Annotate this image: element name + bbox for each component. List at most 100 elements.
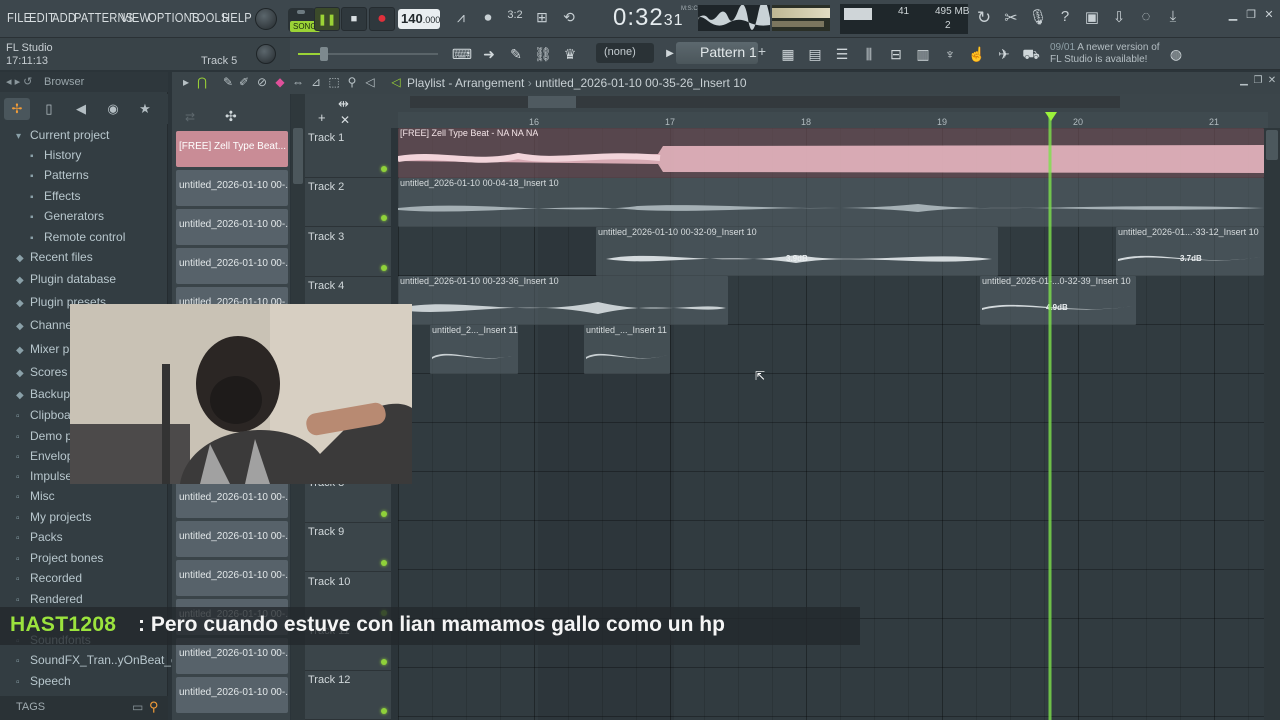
tempo-field[interactable]: 140.000 <box>398 9 440 29</box>
playlist-close-icon[interactable]: ✕ <box>1264 75 1280 86</box>
snap-select[interactable]: (none) <box>596 43 654 63</box>
song-position-display[interactable]: 0:3231 <box>613 4 684 32</box>
menu-add[interactable]: ADD <box>52 10 76 25</box>
cart-icon[interactable]: ⛟ <box>1019 43 1043 65</box>
add-track-icon[interactable]: + <box>318 110 326 125</box>
track-header[interactable]: Track 9 <box>305 523 391 573</box>
mixer-icon[interactable]: ⫼ <box>857 43 881 65</box>
main-volume-thumb[interactable] <box>320 47 328 61</box>
channel-rack-icon[interactable]: ☰ <box>830 43 854 65</box>
draw-tool-icon[interactable]: ✎ <box>220 75 236 89</box>
browser-arrows-icon[interactable]: ◂ ▸ ↺ <box>6 75 32 88</box>
cut-icon[interactable]: ✂ <box>1000 8 1022 28</box>
browser-item[interactable]: ▫ Rendered <box>16 592 83 606</box>
vertical-scroll-thumb[interactable] <box>1266 130 1278 160</box>
audio-clip[interactable]: untitled_2026-01-10 00-23-36_Insert 10 <box>398 276 728 325</box>
audio-clip[interactable]: [FREE] Zell Type Beat - NA NA NA <box>398 128 1264 178</box>
folder-icon[interactable]: ▭ <box>132 700 143 714</box>
stop-button[interactable]: ■ <box>341 7 367 31</box>
browser-item[interactable]: ▾ Current project <box>16 128 109 142</box>
metronome-icon[interactable]: ⩘ <box>450 9 472 26</box>
menu-help[interactable]: HELP <box>222 10 252 25</box>
undo-history-icon[interactable]: ↻ <box>973 8 995 28</box>
pattern-selector[interactable]: Pattern 1 <box>676 42 758 64</box>
playlist-icon[interactable]: ▦ <box>776 43 800 65</box>
track-enable-led[interactable] <box>381 708 387 715</box>
master-volume-knob[interactable] <box>255 8 277 30</box>
browser-tab-all[interactable]: ✢ <box>4 98 30 120</box>
picker-scroll-thumb[interactable] <box>293 128 303 184</box>
pattern-picker-item[interactable]: untitled_2026-01-10 00-... <box>176 248 288 284</box>
select-tool-icon[interactable]: ⬚ <box>326 75 342 89</box>
plugin-icon[interactable]: ♆ <box>938 43 962 65</box>
browser-item[interactable]: ▫ My projects <box>16 510 91 524</box>
browser-item[interactable]: ▫ Impulses <box>16 469 78 483</box>
browser-item[interactable]: ▫ SoundFX_Tran..yOnBeat_com <box>16 653 194 667</box>
track-header[interactable]: Track 2 <box>305 178 391 228</box>
loop-record-icon[interactable]: ⟲ <box>558 9 580 26</box>
add-pattern-icon[interactable]: + <box>754 43 770 63</box>
browser-item[interactable]: ▪ History <box>30 148 81 162</box>
link-icon[interactable]: ⛓ <box>531 43 555 65</box>
step-edit-icon[interactable]: ⊞ <box>531 9 553 26</box>
mute-tool-icon[interactable]: ◆ <box>272 75 288 89</box>
magnet-icon[interactable]: ⋂ <box>194 75 210 89</box>
chat-icon[interactable]: ◌ <box>1135 8 1157 25</box>
countdown-icon[interactable]: 3:2 <box>504 9 526 21</box>
record-button[interactable]: ● <box>369 7 395 31</box>
picker-move-icon[interactable]: ✣ <box>225 108 237 125</box>
stamp-icon[interactable]: ♛ <box>558 43 582 65</box>
audio-clip[interactable]: untitled_2026-01-10 00-04-18_Insert 10 <box>398 178 1264 227</box>
pattern-picker-item[interactable]: untitled_2026-01-10 00-... <box>176 560 288 596</box>
arrow-right-icon[interactable]: ➜ <box>477 43 501 65</box>
browser-item[interactable]: ▪ Generators <box>30 209 104 223</box>
close-window-icon[interactable]: ✕ <box>1258 8 1280 21</box>
menu-view[interactable]: VIEW <box>121 10 150 25</box>
patcher-icon[interactable]: ⊟ <box>884 43 908 65</box>
pencil-icon[interactable]: ✎ <box>504 43 528 65</box>
playback-tool-icon[interactable]: ◁ <box>362 75 378 89</box>
track-enable-led[interactable] <box>381 166 387 172</box>
browser-tab-project[interactable]: ▯ <box>36 98 62 120</box>
wait-for-input-icon[interactable]: ⏺ <box>477 9 499 26</box>
browser-item[interactable]: ▪ Remote control <box>30 230 125 244</box>
playhead-marker-icon[interactable] <box>1045 112 1057 121</box>
globe-icon[interactable]: ◍ <box>1164 43 1188 65</box>
browser-item[interactable]: ◆ Backup <box>16 387 70 401</box>
playlist-arrow-icon[interactable]: ◁ <box>388 75 404 89</box>
track-header[interactable]: Track 3 <box>305 228 391 277</box>
audio-clip[interactable]: untitled_2..._Insert 11 <box>430 325 518 374</box>
playlist-menu-icon[interactable]: ▸ <box>178 75 194 89</box>
microphone-icon[interactable]: 🎙︎ <box>1027 8 1049 26</box>
track-header[interactable]: Track 1 <box>305 129 391 178</box>
search-icon[interactable]: ⚲ <box>149 699 159 715</box>
track-enable-led[interactable] <box>381 659 387 665</box>
browser-item[interactable]: ▫ Speech <box>16 674 71 688</box>
delete-tool-icon[interactable]: ⊘ <box>254 75 270 89</box>
playhead-line[interactable] <box>1048 112 1052 720</box>
browser-tab-favorites[interactable]: ★ <box>132 98 158 120</box>
audio-clip[interactable]: untitled_2026-01-...0-32-39_Insert 10 4.… <box>980 276 1136 325</box>
news-panel[interactable]: 09/01 A newer version of FL Studio is ava… <box>1050 42 1160 66</box>
pattern-picker-item[interactable]: [FREE] Zell Type Beat... <box>176 131 288 167</box>
touch-icon[interactable]: ☝ <box>965 43 989 65</box>
vertical-scrollbar[interactable] <box>1264 128 1280 720</box>
track-header[interactable]: Track 12 <box>305 671 391 720</box>
browser-item[interactable]: ◆ Scores <box>16 365 67 379</box>
pattern-picker-item[interactable]: untitled_2026-01-10 00-... <box>176 482 288 518</box>
browser-item[interactable]: ▫ Misc <box>16 489 55 503</box>
browser-item[interactable]: ◆ Recent files <box>16 250 93 264</box>
piano-roll-icon[interactable]: ⌨ <box>450 43 474 65</box>
paint-tool-icon[interactable]: ✐ <box>236 75 252 89</box>
horizontal-scroll-thumb[interactable] <box>528 96 576 108</box>
browser-icon[interactable]: ▥ <box>911 43 935 65</box>
pattern-picker-item[interactable]: untitled_2026-01-10 00-... <box>176 209 288 245</box>
close-x-icon[interactable]: ✕ <box>340 113 350 127</box>
audio-clip[interactable]: untitled_2026-01-10 00-32-09_Insert 10 3… <box>596 227 998 276</box>
menu-file[interactable]: FILE <box>7 10 31 25</box>
step-sequencer-icon[interactable]: ▤ <box>803 43 827 65</box>
pattern-picker-item[interactable]: untitled_2026-01-10 00-... <box>176 677 288 713</box>
horizontal-scrollbar[interactable] <box>410 96 1120 108</box>
pattern-picker-item[interactable]: untitled_2026-01-10 00-... <box>176 170 288 206</box>
audio-clip[interactable]: untitled_..._Insert 11 <box>584 325 670 374</box>
